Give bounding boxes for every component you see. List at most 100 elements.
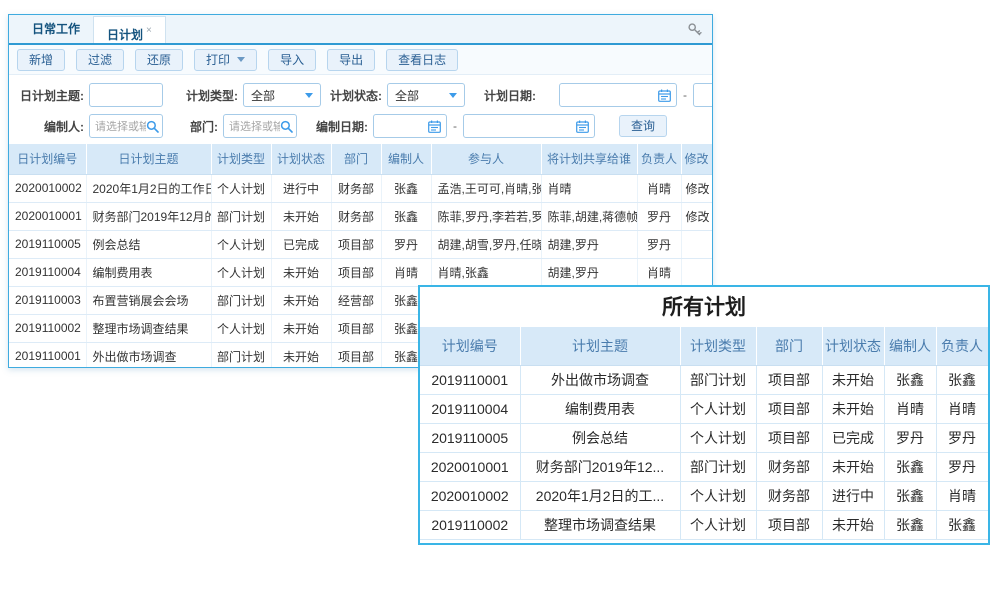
- calendar-icon: [428, 120, 441, 133]
- plan-type: 部门计划: [680, 365, 756, 394]
- plan-subject-link[interactable]: 例会总结: [86, 230, 211, 258]
- plan-date-to-input[interactable]: [693, 83, 713, 107]
- calendar-icon: [576, 120, 589, 133]
- plan-creator: 张鑫: [884, 365, 936, 394]
- creator-picker-input[interactable]: 请选择或输入: [89, 114, 163, 138]
- plan-type: 个人计划: [211, 174, 271, 202]
- table-row: 2019110002 整理市场调查结果 个人计划 项目部 未开始 张鑫 张鑫: [420, 510, 988, 539]
- plan-id-link[interactable]: 2020010001: [9, 202, 86, 230]
- plan-dept: 项目部: [331, 342, 381, 368]
- type-select[interactable]: 全部: [243, 83, 321, 107]
- view-log-button[interactable]: 查看日志: [386, 49, 458, 71]
- filter-row-2: 编制人: 请选择或输入 部门: 请选择或输入 编制日期: - 查询: [17, 113, 712, 139]
- tab-bar: 日常工作 日计划×: [9, 15, 712, 45]
- plan-owner: 罗丹: [936, 423, 988, 452]
- plan-subject-link[interactable]: 财务部门2019年12月的...: [86, 202, 211, 230]
- plan-status: 进行中: [822, 481, 884, 510]
- plan-dept: 项目部: [756, 394, 822, 423]
- create-date-to-input[interactable]: [463, 114, 595, 138]
- subject-input[interactable]: [89, 83, 163, 107]
- plan-creator: 张鑫: [884, 510, 936, 539]
- plan-owner-link[interactable]: 罗丹: [637, 202, 681, 230]
- plan-owner-link[interactable]: 罗丹: [637, 230, 681, 258]
- plan-id-link[interactable]: 2019110004: [9, 258, 86, 286]
- plan-subject: 编制费用表: [520, 394, 680, 423]
- plan-id-link[interactable]: 2019110003: [9, 286, 86, 314]
- plan-creator: 张鑫: [884, 452, 936, 481]
- plan-owner: 肖晴: [936, 481, 988, 510]
- plan-participants: 陈菲,罗丹,李若若,罗...: [431, 202, 541, 230]
- col-header-dept: 部门: [756, 327, 822, 365]
- subject-label: 日计划主题:: [17, 87, 89, 104]
- col-header-owner: 负责人: [637, 144, 681, 174]
- plan-subject-link[interactable]: 整理市场调查结果: [86, 314, 211, 342]
- plan-subject-link[interactable]: 外出做市场调查: [86, 342, 211, 368]
- plan-type: 部门计划: [211, 286, 271, 314]
- plan-type: 个人计划: [211, 230, 271, 258]
- plan-status: 进行中: [271, 174, 331, 202]
- create-date-from-input[interactable]: [373, 114, 447, 138]
- modify-link[interactable]: 修改: [681, 202, 712, 230]
- filter-button[interactable]: 过滤: [76, 49, 124, 71]
- create-date-label: 编制日期:: [297, 118, 373, 135]
- plan-status: 未开始: [822, 452, 884, 481]
- plan-id: 2019110004: [420, 394, 520, 423]
- plan-status: 未开始: [822, 365, 884, 394]
- plan-dept: 项目部: [331, 258, 381, 286]
- export-button[interactable]: 导出: [327, 49, 375, 71]
- col-header-type: 计划类型: [211, 144, 271, 174]
- col-header-subject: 日计划主题: [86, 144, 211, 174]
- col-header-subject: 计划主题: [520, 327, 680, 365]
- plan-id-link[interactable]: 2019110001: [9, 342, 86, 368]
- filter-row-1: 日计划主题: 计划类型: 全部 计划状态: 全部 计划日期: -: [17, 82, 712, 108]
- restore-button[interactable]: 还原: [135, 49, 183, 71]
- status-select[interactable]: 全部: [387, 83, 465, 107]
- plan-date-from-input[interactable]: [559, 83, 677, 107]
- tab-daily-work[interactable]: 日常工作: [19, 16, 93, 43]
- plan-type: 个人计划: [211, 314, 271, 342]
- dept-picker-input[interactable]: 请选择或输入: [223, 114, 297, 138]
- status-select-value: 全部: [395, 87, 419, 104]
- table-row: 2020010001 财务部门2019年12... 部门计划 财务部 未开始 张…: [420, 452, 988, 481]
- dept-picker-placeholder: 请选择或输入: [229, 118, 280, 134]
- key-icon[interactable]: [687, 22, 703, 38]
- modify-link[interactable]: 修改: [681, 174, 712, 202]
- plan-id-link[interactable]: 2019110005: [9, 230, 86, 258]
- import-button[interactable]: 导入: [268, 49, 316, 71]
- tab-daily-plan[interactable]: 日计划×: [93, 16, 166, 43]
- search-icon: [280, 120, 293, 133]
- plan-participants: 孟浩,王可可,肖晴,张鑫: [431, 174, 541, 202]
- plan-share: 胡建,罗丹: [541, 230, 637, 258]
- plan-status: 未开始: [271, 202, 331, 230]
- plan-id: 2019110005: [420, 423, 520, 452]
- plan-type: 个人计划: [211, 258, 271, 286]
- table-row: 2019110005 例会总结 个人计划 项目部 已完成 罗丹 罗丹: [420, 423, 988, 452]
- chevron-down-icon: [449, 93, 457, 98]
- table-row: 2020010001 财务部门2019年12月的... 部门计划 未开始 财务部…: [9, 202, 712, 230]
- col-header-creator: 编制人: [884, 327, 936, 365]
- plan-subject: 外出做市场调查: [520, 365, 680, 394]
- plan-owner-link[interactable]: 肖晴: [637, 174, 681, 202]
- status-label: 计划状态:: [321, 87, 387, 104]
- plan-id-link[interactable]: 2019110002: [9, 314, 86, 342]
- print-button[interactable]: 打印: [194, 49, 257, 71]
- close-tab-icon[interactable]: ×: [146, 25, 152, 36]
- type-select-value: 全部: [251, 87, 275, 104]
- plan-dept: 财务部: [756, 452, 822, 481]
- table-row: 2020010002 2020年1月2日的工作日... 个人计划 进行中 财务部…: [9, 174, 712, 202]
- plan-subject-link[interactable]: 布置营销展会会场: [86, 286, 211, 314]
- plan-status: 未开始: [271, 286, 331, 314]
- plan-type: 个人计划: [680, 481, 756, 510]
- plan-subject-link[interactable]: 2020年1月2日的工作日...: [86, 174, 211, 202]
- plan-id-link[interactable]: 2020010002: [9, 174, 86, 202]
- plan-subject: 2020年1月2日的工...: [520, 481, 680, 510]
- search-button[interactable]: 查询: [619, 115, 667, 137]
- plan-subject-link[interactable]: 编制费用表: [86, 258, 211, 286]
- plan-creator: 肖晴: [381, 258, 431, 286]
- plan-dept: 财务部: [331, 202, 381, 230]
- plan-subject: 整理市场调查结果: [520, 510, 680, 539]
- table-row: 2019110001 外出做市场调查 部门计划 项目部 未开始 张鑫 张鑫: [420, 365, 988, 394]
- plan-owner-link[interactable]: 肖晴: [637, 258, 681, 286]
- plan-subject: 财务部门2019年12...: [520, 452, 680, 481]
- new-button[interactable]: 新增: [17, 49, 65, 71]
